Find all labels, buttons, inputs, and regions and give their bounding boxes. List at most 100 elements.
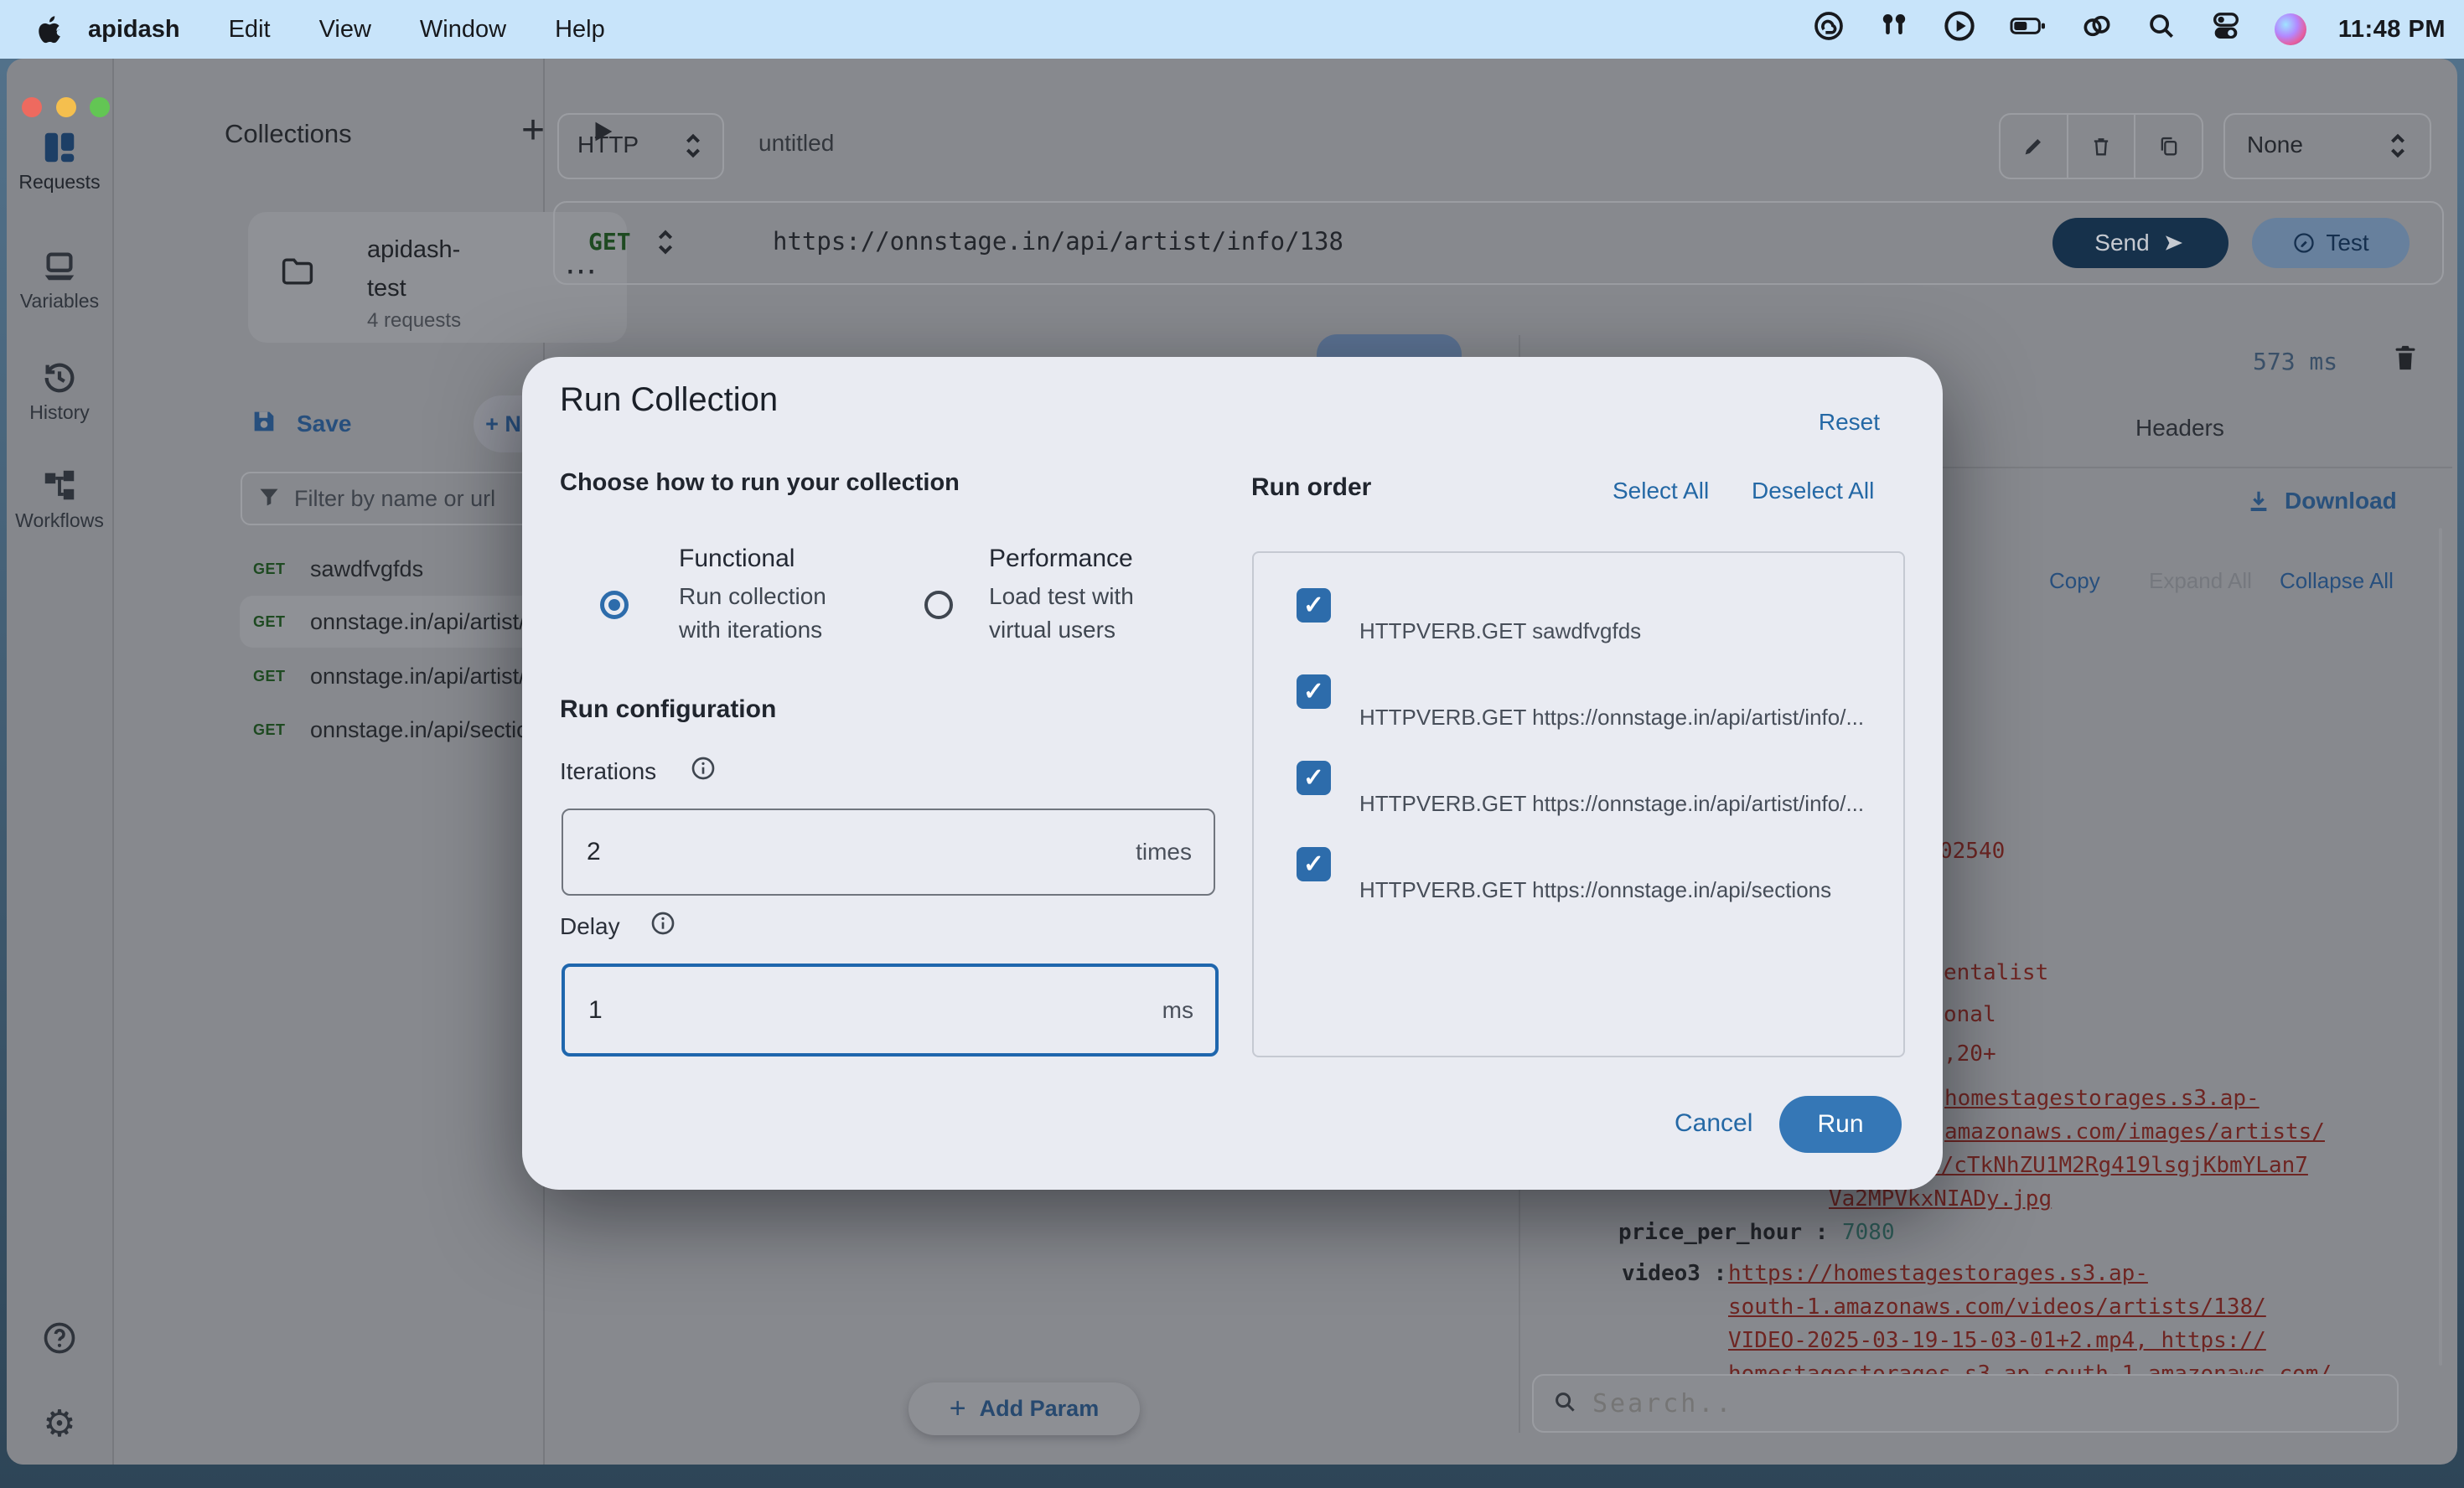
rename-button[interactable] xyxy=(2001,115,2068,178)
window-minimize-button[interactable] xyxy=(56,97,76,117)
control-center-icon[interactable] xyxy=(2209,9,2243,49)
copy-button[interactable]: Copy xyxy=(2049,568,2100,594)
radio-unselected-icon[interactable] xyxy=(924,591,953,619)
sidebar-item-label: History xyxy=(7,401,112,424)
select-all-button[interactable]: Select All xyxy=(1612,478,1709,504)
menu-help[interactable]: Help xyxy=(555,16,605,44)
battery-icon[interactable] xyxy=(2008,9,2048,49)
menu-edit[interactable]: Edit xyxy=(229,16,271,44)
delete-button[interactable] xyxy=(2068,115,2136,178)
macos-menu-bar: apidash Edit View Window Help xyxy=(0,0,2464,59)
play-circle-icon[interactable] xyxy=(1943,9,1976,49)
requests-icon xyxy=(40,156,79,170)
download-icon xyxy=(2246,488,2271,514)
collections-title: Collections xyxy=(225,119,352,149)
menu-window[interactable]: Window xyxy=(420,16,506,44)
save-button[interactable]: Save xyxy=(250,407,351,440)
json-link[interactable]: Va2MPVkxNIADy.jpg xyxy=(1829,1186,2052,1212)
send-button[interactable]: Send xyxy=(2052,218,2228,268)
search-icon xyxy=(1552,1389,1577,1418)
collection-count: 4 requests xyxy=(367,309,461,333)
info-icon[interactable] xyxy=(650,910,676,941)
test-icon xyxy=(2292,231,2316,255)
url-bar: GET https://onnstage.in/api/artist/info/… xyxy=(553,201,2444,285)
reset-button[interactable]: Reset xyxy=(1819,409,1880,436)
checkbox-checked-icon[interactable]: ✓ xyxy=(1297,588,1331,623)
delay-field-focused[interactable]: ms xyxy=(562,964,1219,1057)
sidebar-item-history[interactable]: History xyxy=(7,359,112,424)
help-button[interactable] xyxy=(7,1320,112,1361)
method-select[interactable]: GET xyxy=(588,228,631,256)
filter-icon xyxy=(257,485,281,513)
run-button[interactable]: Run xyxy=(1779,1096,1902,1153)
collapse-all-button[interactable]: Collapse All xyxy=(2280,568,2394,594)
json-link[interactable]: https://homestagestorages.s3.ap- xyxy=(1728,1261,2148,1286)
duplicate-button[interactable] xyxy=(2135,115,2202,178)
option-performance[interactable]: Performance Load test with virtual users xyxy=(924,545,1235,687)
dialog-title: Run Collection xyxy=(560,381,778,419)
send-icon xyxy=(2161,230,2187,256)
help-icon xyxy=(41,1346,78,1360)
url-input[interactable]: https://onnstage.in/api/artist/info/138 xyxy=(773,227,1343,256)
run-collection-dialog: Run Collection Reset Choose how to run y… xyxy=(522,357,1943,1190)
json-value: onal xyxy=(1944,1002,1996,1027)
copy-icon xyxy=(2157,135,2181,158)
apple-menu-icon[interactable] xyxy=(35,13,65,54)
desktop: apidash Edit View Window Help xyxy=(0,0,2464,1488)
json-number: 7080 xyxy=(1842,1220,1895,1245)
nav-rail: Requests Variables History Workflows xyxy=(7,59,114,1465)
spotlight-search-icon[interactable] xyxy=(2146,10,2177,49)
siri-icon[interactable] xyxy=(2275,13,2306,45)
menu-app-name[interactable]: apidash xyxy=(88,16,180,44)
info-icon[interactable] xyxy=(690,755,717,786)
json-link[interactable]: south-1.amazonaws.com/videos/artists/138… xyxy=(1728,1294,2266,1320)
chevron-updown-icon xyxy=(676,127,710,169)
response-search-input[interactable] xyxy=(1591,1388,2181,1419)
tab-headers[interactable]: Headers xyxy=(2135,415,2224,442)
run-order-heading: Run order xyxy=(1251,473,1371,502)
config-heading: Run configuration xyxy=(560,695,776,724)
delay-input[interactable] xyxy=(565,995,1059,1026)
sidebar-item-variables[interactable]: Variables xyxy=(7,247,112,313)
option-functional[interactable]: Functional Run collection with iteration… xyxy=(600,545,902,687)
add-param-button[interactable]: + Add Param xyxy=(908,1382,1140,1435)
menu-view[interactable]: View xyxy=(319,16,371,44)
json-link[interactable]: homestagestorages.s3.ap- xyxy=(1944,1086,2260,1111)
settings-button[interactable]: ⚙ xyxy=(7,1406,112,1443)
protocol-select[interactable]: HTTP xyxy=(557,113,724,179)
checkbox-checked-icon[interactable]: ✓ xyxy=(1297,761,1331,795)
deselect-all-button[interactable]: Deselect All xyxy=(1752,478,1874,504)
radio-selected-icon[interactable] xyxy=(600,591,629,619)
sidebar-item-workflows[interactable]: Workflows xyxy=(7,467,112,532)
json-link[interactable]: VIDEO-2025-03-19-15-03-01+2.mp4, https:/… xyxy=(1728,1328,2266,1353)
clear-response-button[interactable] xyxy=(2391,342,2420,378)
sidebar-item-requests[interactable]: Requests xyxy=(7,128,112,194)
expand-all-button[interactable]: Expand All xyxy=(2149,568,2252,594)
request-name[interactable]: untitled xyxy=(758,130,834,157)
json-value: 02540 xyxy=(1939,839,2005,864)
test-button[interactable]: Test xyxy=(2252,218,2410,268)
response-search-field[interactable] xyxy=(1532,1374,2399,1433)
airpods-icon[interactable] xyxy=(1877,9,1911,49)
checkbox-checked-icon[interactable]: ✓ xyxy=(1297,847,1331,881)
json-link[interactable]: amazonaws.com/images/artists/ xyxy=(1944,1119,2325,1144)
delay-label: Delay xyxy=(560,913,620,940)
add-collection-button[interactable]: + xyxy=(521,107,545,153)
run-order-list: ✓ HTTPVERB.GET sawdfvgfds ✓ HTTPVERB.GET… xyxy=(1252,551,1905,1057)
iterations-field[interactable]: times xyxy=(562,809,1215,896)
download-button[interactable]: Download xyxy=(2246,488,2397,514)
iterations-input[interactable] xyxy=(563,837,1058,867)
window-close-button[interactable] xyxy=(22,97,42,117)
environment-select[interactable]: None xyxy=(2223,113,2431,179)
plus-icon: + xyxy=(950,1392,966,1425)
trash-icon xyxy=(2391,342,2420,374)
linked-rings-icon[interactable] xyxy=(2080,9,2114,49)
window-zoom-button[interactable] xyxy=(90,97,110,117)
json-link[interactable]: file/cTkNhZU1M2Rg419lsgjKbmYLan7 xyxy=(1888,1153,2308,1178)
folder-icon xyxy=(280,256,315,292)
menu-clock[interactable]: 11:48 PM xyxy=(2338,16,2446,44)
scrollbar[interactable] xyxy=(2439,528,2442,1366)
cancel-button[interactable]: Cancel xyxy=(1675,1109,1752,1138)
creative-cloud-icon[interactable] xyxy=(1812,9,1845,49)
checkbox-checked-icon[interactable]: ✓ xyxy=(1297,674,1331,709)
